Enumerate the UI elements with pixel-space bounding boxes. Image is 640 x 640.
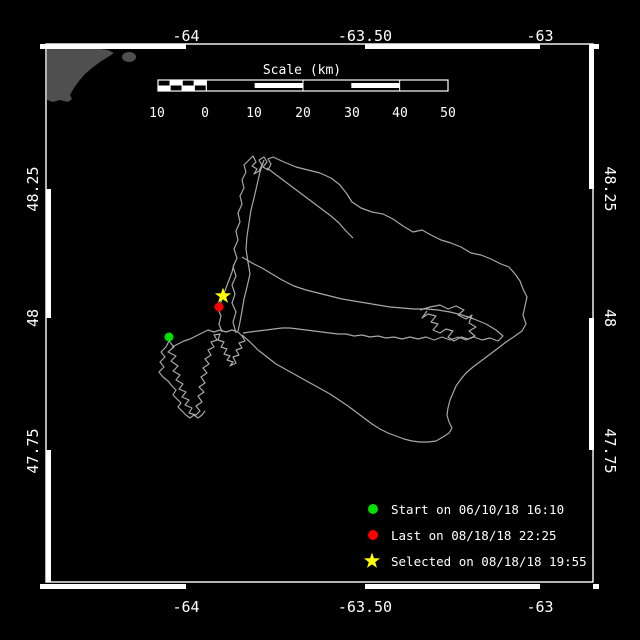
frame-zebra-segment xyxy=(46,584,186,589)
scale-bar-number: 0 xyxy=(201,106,209,121)
map-plot: -64 -63.50 -63 -64 -63.50 -63 48.25 48 4… xyxy=(0,0,640,640)
scale-bar-number: 30 xyxy=(344,106,360,121)
legend-last-marker-icon xyxy=(368,530,378,540)
legend-marker-circle xyxy=(368,504,378,514)
scale-bar-filled-segment xyxy=(351,83,400,88)
frame-corner-square xyxy=(593,584,599,589)
last-point-marker[interactable] xyxy=(214,302,224,312)
legend-marker-circle xyxy=(368,530,378,540)
scale-bar-checker-cell xyxy=(182,85,195,91)
frame-zebra-segment xyxy=(365,584,540,589)
tracking-map-window: -64 -63.50 -63 -64 -63.50 -63 48.25 48 4… xyxy=(0,0,640,640)
right-axis-tick-label: 48.25 xyxy=(601,166,619,211)
left-axis-tick-label: 48 xyxy=(24,309,42,327)
bottom-axis-tick-label: -63 xyxy=(526,598,553,616)
frame-corner-square xyxy=(593,44,599,49)
scale-bar-checker-cell xyxy=(158,85,171,91)
frame-corner-square xyxy=(40,44,46,49)
scale-bar-number: 10 xyxy=(246,106,262,121)
legend: Start on 06/10/18 16:10 Last on 08/18/18… xyxy=(363,502,587,569)
scale-bar-number: 50 xyxy=(440,106,456,121)
frame-corner-square xyxy=(40,584,46,589)
legend-selected-label: Selected on 08/18/18 19:55 xyxy=(391,554,587,569)
top-axis-tick-label: -63.50 xyxy=(338,27,392,45)
top-axis-tick-label: -63 xyxy=(526,27,553,45)
scale-bar-number: 40 xyxy=(392,106,408,121)
legend-start-marker-icon xyxy=(368,504,378,514)
scale-bar-checker-cell xyxy=(194,80,207,86)
top-axis-tick-label: -64 xyxy=(172,27,199,45)
scale-bar-number: 20 xyxy=(295,106,311,121)
bottom-axis-tick-label: -63.50 xyxy=(338,598,392,616)
scale-bar-checker-cell xyxy=(170,80,183,86)
left-axis-tick-label: 48.25 xyxy=(24,166,42,211)
legend-last-label: Last on 08/18/18 22:25 xyxy=(391,528,557,543)
bottom-axis-tick-label: -64 xyxy=(172,598,199,616)
scale-bar-number: 10 xyxy=(149,106,165,121)
right-axis-tick-label: 47.75 xyxy=(601,428,619,473)
start-point-marker[interactable] xyxy=(164,332,174,342)
scale-bar-filled-segment xyxy=(254,83,303,88)
right-axis-tick-label: 48 xyxy=(601,309,619,327)
left-axis-tick-label: 47.75 xyxy=(24,428,42,473)
scale-bar-title: Scale (km) xyxy=(263,63,341,78)
legend-start-label: Start on 06/10/18 16:10 xyxy=(391,502,564,517)
